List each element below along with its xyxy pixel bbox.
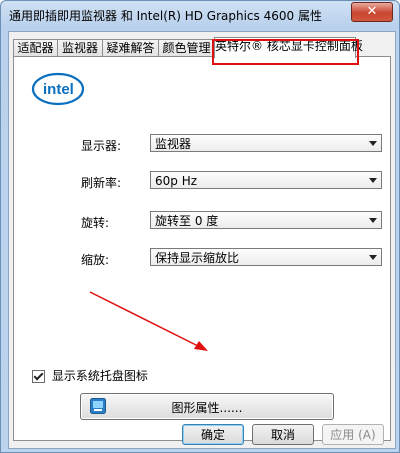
ok-button[interactable]: 确定 <box>182 424 244 445</box>
tab-intel-control-panel[interactable]: 英特尔® 核芯显卡控制面板 <box>214 37 363 58</box>
scaling-select[interactable]: 保持显示缩放比 <box>150 248 382 266</box>
properties-window: 通用即插即用监视器 和 Intel(R) HD Graphics 4600 属性… <box>0 0 400 453</box>
title-bar: 通用即插即用监视器 和 Intel(R) HD Graphics 4600 属性… <box>1 1 399 27</box>
refresh-rate-select[interactable]: 60p Hz <box>150 171 382 189</box>
rotation-select[interactable]: 旋转至 0 度 <box>150 211 382 229</box>
scaling-value: 保持显示缩放比 <box>155 251 240 265</box>
intel-logo-text: intel <box>43 81 74 98</box>
cancel-button[interactable]: 取消 <box>252 424 314 445</box>
refresh-rate-value: 60p Hz <box>155 174 198 188</box>
tab-monitor[interactable]: 监视器 <box>57 39 103 57</box>
tab-color-management[interactable]: 颜色管理 <box>158 39 215 57</box>
graphics-properties-label: 图形属性...... <box>171 401 243 415</box>
rotation-value: 旋转至 0 度 <box>155 214 219 228</box>
intel-logo: intel <box>31 72 85 106</box>
chevron-down-icon <box>369 218 377 223</box>
scaling-label: 缩放: <box>81 253 110 267</box>
display-label: 显示器: <box>81 139 122 153</box>
tab-adapter[interactable]: 适配器 <box>13 39 58 57</box>
tray-icon-option[interactable]: 显示系统托盘图标 <box>32 367 148 384</box>
graphics-properties-button[interactable]: 图形属性...... <box>80 393 334 420</box>
chevron-down-icon <box>369 255 377 260</box>
display-value: 监视器 <box>155 137 192 151</box>
rotation-label: 旋转: <box>81 216 110 230</box>
refresh-rate-label: 刷新率: <box>81 176 122 190</box>
intel-panel: intel 显示器: 监视器 刷新率: 60p Hz 旋转: 旋转至 0 度 缩… <box>13 56 391 441</box>
chevron-down-icon <box>369 141 377 146</box>
close-icon: ✕ <box>366 4 378 19</box>
close-button[interactable]: ✕ <box>351 2 393 22</box>
tab-troubleshoot[interactable]: 疑难解答 <box>102 39 159 57</box>
tray-icon-checkbox[interactable] <box>32 370 45 383</box>
apply-button[interactable]: 应用 (A) <box>322 424 384 445</box>
display-select[interactable]: 监视器 <box>150 134 382 152</box>
dialog-client-area: 适配器 监视器 疑难解答 颜色管理 英特尔® 核芯显卡控制面板 intel 显示… <box>8 31 396 449</box>
window-title: 通用即插即用监视器 和 Intel(R) HD Graphics 4600 属性 <box>9 9 322 23</box>
chevron-down-icon <box>369 178 377 183</box>
tray-icon-label: 显示系统托盘图标 <box>51 369 148 383</box>
